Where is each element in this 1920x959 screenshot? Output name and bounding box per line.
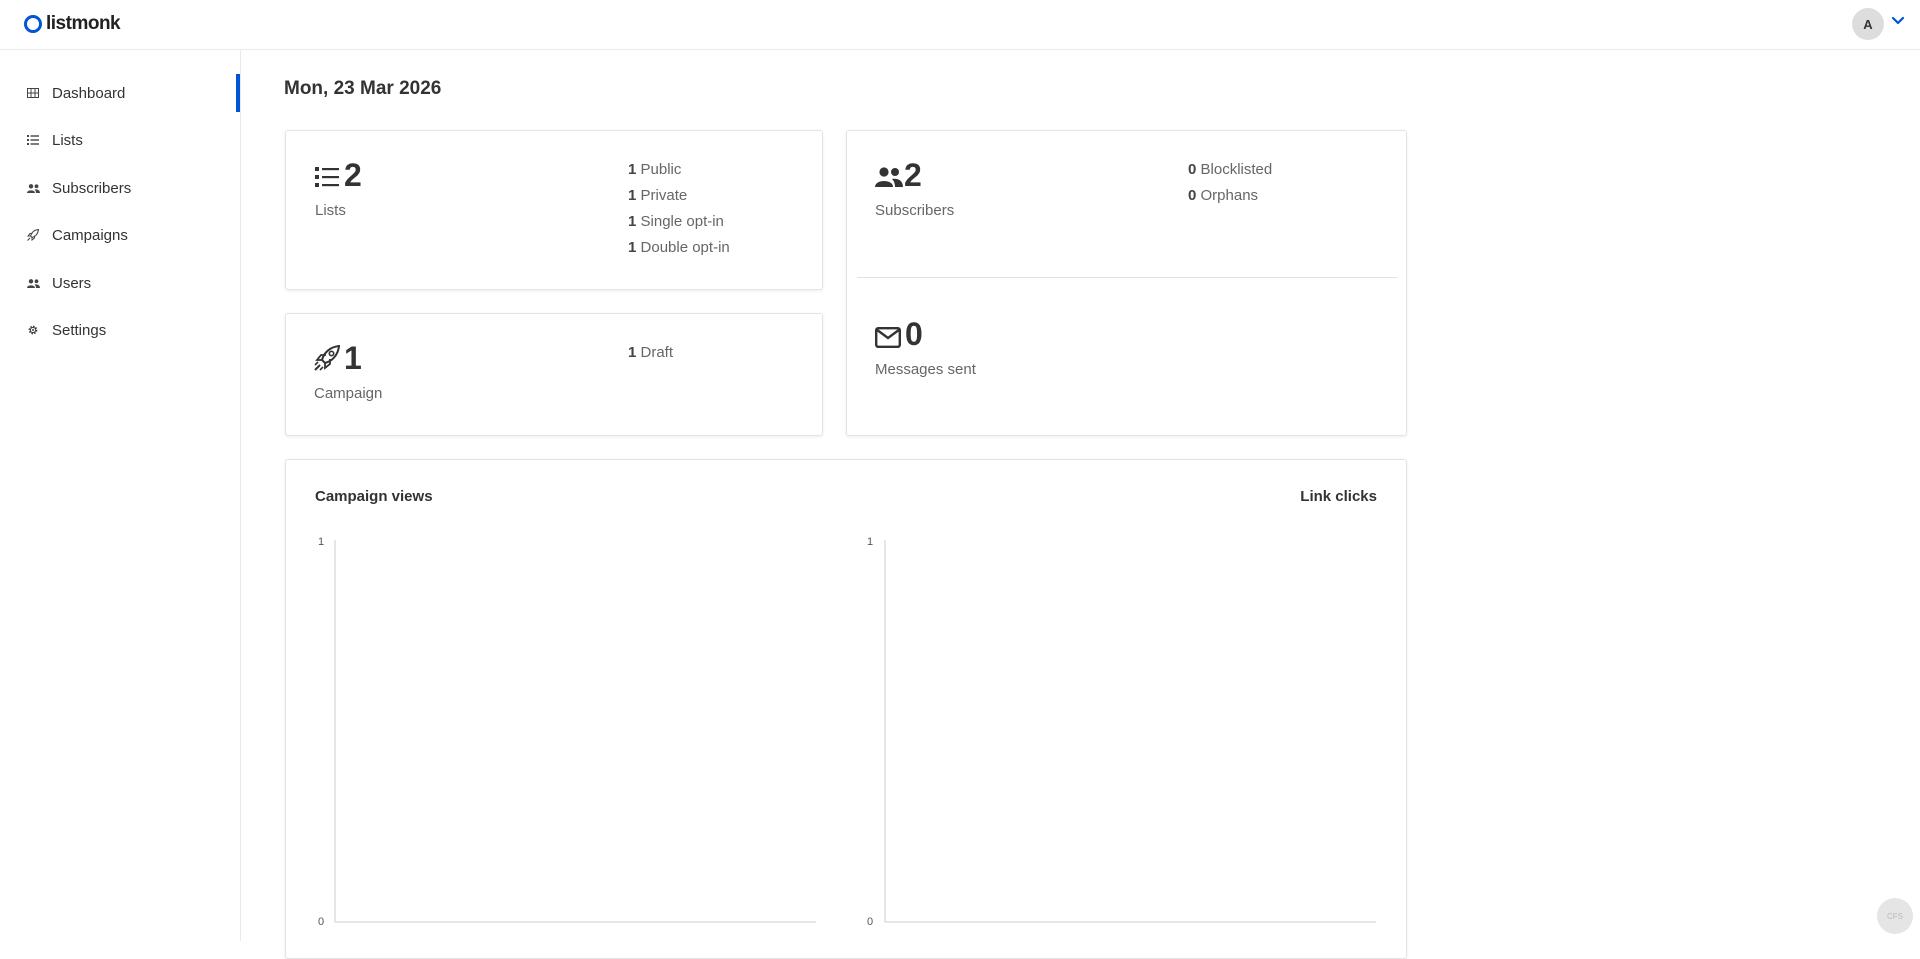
subscribers-card[interactable]: 2 Subscribers 0 Blocklisted 0 Orphans 0 … bbox=[846, 130, 1407, 436]
subscribers-details: 0 Blocklisted 0 Orphans bbox=[1188, 157, 1272, 209]
campaign-views-chart bbox=[334, 540, 816, 923]
sidebar-item-label: Lists bbox=[52, 131, 83, 149]
subscribers-icon bbox=[875, 167, 903, 187]
logo-icon bbox=[24, 15, 42, 33]
campaigns-count: 1 bbox=[344, 340, 362, 376]
detail-row: 1 Public bbox=[628, 161, 682, 178]
sidebar-item-label: Dashboard bbox=[52, 84, 126, 102]
logo-text: listmonk bbox=[46, 13, 121, 34]
sidebar-item-dashboard[interactable]: Dashboard bbox=[0, 74, 240, 112]
sidebar-item-settings[interactable]: Settings bbox=[0, 311, 240, 349]
gear-icon bbox=[26, 323, 40, 337]
sidebar-item-lists[interactable]: Lists bbox=[0, 121, 240, 159]
detail-row: 1 Double opt-in bbox=[628, 239, 730, 256]
avatar[interactable]: A bbox=[1852, 8, 1884, 40]
y-tick-label: 1 bbox=[867, 536, 874, 548]
lists-count: 2 bbox=[344, 157, 362, 193]
detail-row: 1 Draft bbox=[628, 344, 674, 361]
campaigns-card[interactable]: 1 Campaign 1 Draft bbox=[285, 313, 823, 436]
chevron-down-icon[interactable] bbox=[1890, 13, 1906, 29]
list-icon bbox=[26, 133, 40, 147]
top-bar: listmonk A bbox=[0, 0, 1920, 50]
campaign-views-title: Campaign views bbox=[315, 488, 433, 505]
main-content: Mon, 23 Mar 2026 2 Lists 1 Public 1 Priv… bbox=[242, 50, 1920, 959]
sidebar: Dashboard Lists Subscribers Campaigns Us… bbox=[0, 50, 241, 941]
lists-card[interactable]: 2 Lists 1 Public 1 Private 1 Single opt-… bbox=[285, 130, 823, 290]
campaigns-details: 1 Draft bbox=[628, 340, 673, 366]
sidebar-item-label: Users bbox=[52, 274, 92, 292]
sidebar-item-label: Campaigns bbox=[52, 226, 128, 244]
subscribers-count: 2 bbox=[904, 157, 922, 193]
list-icon bbox=[315, 167, 339, 187]
subscribers-icon bbox=[26, 181, 40, 195]
y-tick-label: 1 bbox=[318, 536, 325, 548]
lists-label: Lists bbox=[315, 202, 346, 219]
users-icon bbox=[26, 276, 40, 290]
page-title: Mon, 23 Mar 2026 bbox=[284, 78, 442, 99]
subscribers-label: Subscribers bbox=[875, 202, 955, 219]
detail-row: 0 Orphans bbox=[1188, 187, 1259, 204]
lists-details: 1 Public 1 Private 1 Single opt-in 1 Dou… bbox=[628, 157, 730, 261]
detail-row: 1 Private bbox=[628, 187, 688, 204]
sidebar-item-label: Settings bbox=[52, 321, 107, 339]
y-tick-label: 0 bbox=[867, 916, 874, 928]
link-clicks-title: Link clicks bbox=[1300, 488, 1377, 505]
detail-row: 0 Blocklisted bbox=[1188, 161, 1273, 178]
charts-card: Campaign views Link clicks 1 0 1 0 bbox=[285, 459, 1407, 959]
sidebar-item-subscribers[interactable]: Subscribers bbox=[0, 169, 240, 207]
link-clicks-chart bbox=[884, 540, 1376, 923]
detail-row: 1 Single opt-in bbox=[628, 213, 724, 230]
rocket-icon bbox=[314, 345, 340, 371]
messages-count: 0 bbox=[905, 316, 923, 352]
logo[interactable]: listmonk bbox=[24, 13, 121, 35]
sidebar-item-campaigns[interactable]: Campaigns bbox=[0, 216, 240, 254]
rocket-icon bbox=[26, 228, 40, 242]
sidebar-item-users[interactable]: Users bbox=[0, 264, 240, 302]
messages-label: Messages sent bbox=[875, 361, 976, 378]
campaigns-label: Campaign bbox=[314, 385, 383, 402]
corner-badge[interactable]: CFS bbox=[1877, 898, 1913, 934]
dashboard-icon bbox=[26, 86, 40, 100]
sidebar-item-label: Subscribers bbox=[52, 179, 132, 197]
envelope-icon bbox=[875, 327, 901, 348]
y-tick-label: 0 bbox=[318, 916, 325, 928]
divider bbox=[857, 277, 1397, 278]
